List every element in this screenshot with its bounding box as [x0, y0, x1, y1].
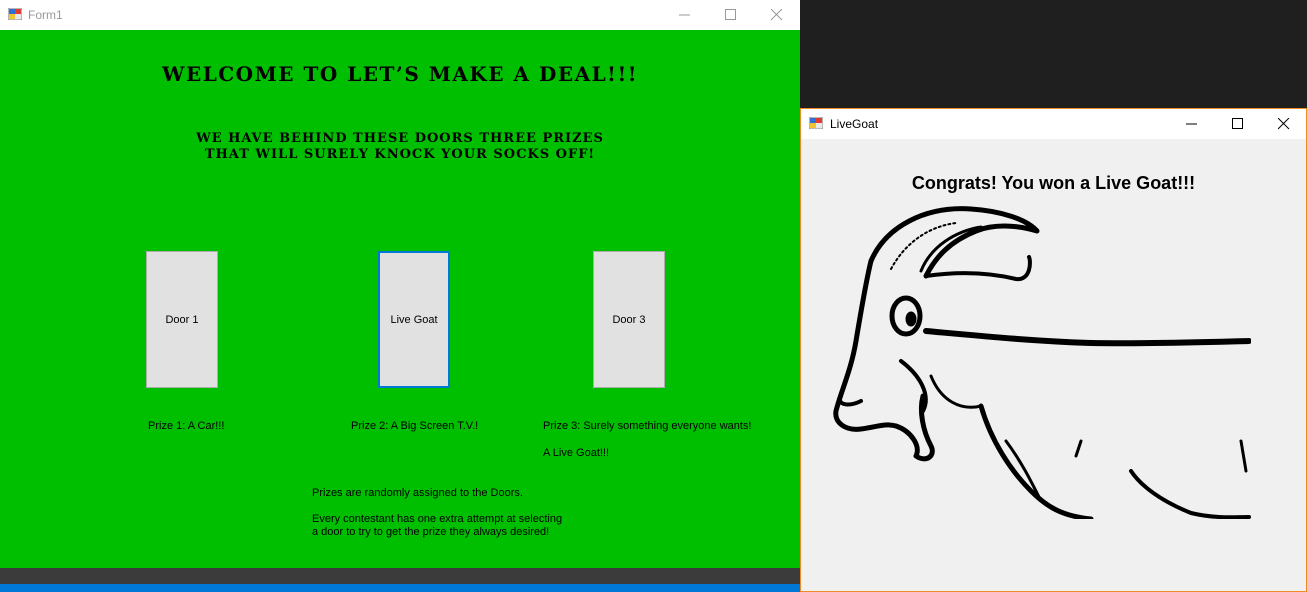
maximize-icon — [1232, 118, 1243, 129]
minimize-button[interactable] — [662, 0, 708, 30]
info-extra-attempt-2: a door to try to get the prize they alwa… — [312, 526, 550, 538]
info-random: Prizes are randomly assigned to the Door… — [312, 487, 523, 499]
maximize-icon — [725, 9, 736, 20]
minimize-button[interactable] — [1169, 109, 1215, 139]
close-button[interactable] — [1261, 109, 1307, 139]
app-icon — [809, 117, 823, 129]
minimize-icon — [1186, 123, 1197, 125]
welcome-heading: WELCOME TO LET’S MAKE A DEAL!!! — [161, 62, 638, 86]
livegoat-titlebar[interactable]: LiveGoat — [801, 109, 1306, 139]
tagline-line-2: THAT WILL SURELY KNOCK YOUR SOCKS OFF! — [204, 147, 596, 162]
prize-3-label: Prize 3: Surely something everyone wants… — [543, 420, 752, 432]
goat-image — [833, 206, 1251, 519]
congrats-message: Congrats! You won a Live Goat!!! — [911, 173, 1196, 193]
form1-titlebar[interactable]: Form1 — [0, 0, 800, 30]
minimize-icon — [679, 14, 690, 16]
form1-title: Form1 — [28, 8, 63, 22]
prize-2-label: Prize 2: A Big Screen T.V.! — [351, 420, 479, 432]
prize-3-detail: A Live Goat!!! — [543, 447, 610, 459]
door-1-button[interactable]: Door 1 — [146, 251, 218, 388]
close-button[interactable] — [754, 0, 800, 30]
livegoat-window: LiveGoat Congrats! You won a Live Goat!!… — [800, 108, 1307, 592]
door-2-button[interactable]: Live Goat — [378, 251, 450, 388]
info-extra-attempt-1: Every contestant has one extra attempt a… — [312, 513, 563, 525]
close-icon — [771, 9, 783, 21]
maximize-button[interactable] — [708, 0, 754, 30]
prize-1-label: Prize 1: A Car!!! — [148, 420, 225, 432]
app-icon — [8, 8, 22, 20]
livegoat-title: LiveGoat — [830, 117, 879, 131]
maximize-button[interactable] — [1215, 109, 1261, 139]
close-icon — [1278, 118, 1290, 130]
desktop-background — [0, 567, 800, 584]
form1-window: Form1 WELCOME TO LET’S MAKE A DEAL!!! WE… — [0, 0, 800, 568]
tagline-line-1: WE HAVE BEHIND THESE DOORS THREE PRIZES — [196, 131, 604, 146]
door-3-button[interactable]: Door 3 — [593, 251, 665, 388]
